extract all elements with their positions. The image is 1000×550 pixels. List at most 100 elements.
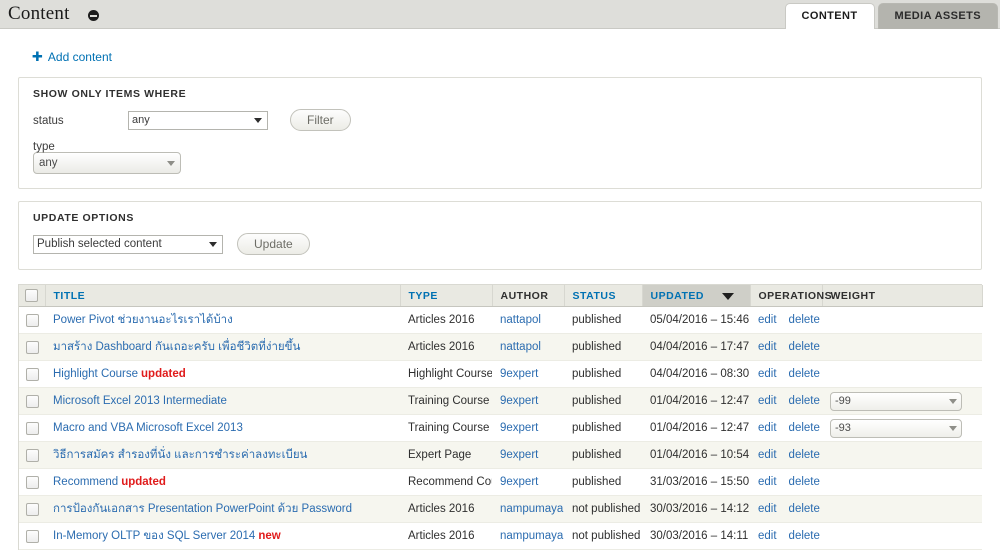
- row-checkbox[interactable]: [25, 313, 39, 327]
- content-table: TITLE TYPE AUTHOR STATUS UPDATED OPERATI…: [19, 285, 983, 550]
- type-label: type: [33, 141, 55, 153]
- author-link[interactable]: 9expert: [500, 395, 538, 407]
- cell-type-text: Articles 2016: [408, 530, 475, 542]
- minus-circle-icon[interactable]: [88, 10, 99, 21]
- edit-link[interactable]: edit: [758, 476, 777, 488]
- row-select-cell: [19, 387, 45, 415]
- edit-link[interactable]: edit: [758, 341, 777, 353]
- author-link[interactable]: nampumaya: [500, 503, 563, 515]
- delete-link[interactable]: delete: [789, 503, 820, 515]
- cell-operations: edit delete: [750, 495, 822, 523]
- row-checkbox[interactable]: [25, 502, 39, 516]
- row-checkbox[interactable]: [25, 529, 39, 543]
- cell-operations: edit delete: [750, 387, 822, 415]
- content-title-link[interactable]: Microsoft Excel 2013 Intermediate: [53, 395, 227, 407]
- cell-updated: 30/03/2016 – 14:12: [642, 495, 750, 523]
- cell-type: Highlight Course: [400, 360, 492, 388]
- cell-type-text: Recommend Course: [408, 476, 492, 488]
- cell-status-text: published: [572, 368, 622, 380]
- tab-media-assets[interactable]: MEDIA ASSETS: [877, 3, 998, 29]
- type-select[interactable]: any: [33, 152, 181, 174]
- row-select-cell: [19, 306, 45, 334]
- row-checkbox[interactable]: [25, 448, 39, 462]
- cell-type: Training Course: [400, 387, 492, 415]
- content-title-link[interactable]: Highlight Course: [53, 368, 138, 380]
- cell-weight: [822, 441, 982, 469]
- author-link[interactable]: 9expert: [500, 449, 538, 461]
- cell-operations: edit delete: [750, 333, 822, 361]
- author-link[interactable]: nampumaya: [500, 530, 563, 542]
- delete-link[interactable]: delete: [789, 341, 820, 353]
- row-checkbox[interactable]: [25, 367, 39, 381]
- status-select[interactable]: any: [128, 110, 268, 130]
- delete-link[interactable]: delete: [789, 449, 820, 461]
- delete-link[interactable]: delete: [789, 368, 820, 380]
- weight-select[interactable]: -93: [830, 418, 962, 438]
- update-button[interactable]: Update: [237, 233, 310, 255]
- delete-link[interactable]: delete: [789, 530, 820, 542]
- primary-tabs: CONTENT MEDIA ASSETS: [784, 3, 998, 29]
- author-link[interactable]: nattapol: [500, 341, 541, 353]
- delete-link[interactable]: delete: [789, 476, 820, 488]
- column-header-status[interactable]: STATUS: [564, 285, 643, 307]
- content-title-link[interactable]: In-Memory OLTP ของ SQL Server 2014: [53, 530, 255, 542]
- select-all-checkbox[interactable]: [25, 289, 39, 302]
- row-checkbox[interactable]: [25, 340, 39, 354]
- cell-status: published: [564, 468, 642, 496]
- column-header-title[interactable]: TITLE: [45, 285, 401, 307]
- row-checkbox[interactable]: [25, 475, 39, 489]
- row-select-cell: [19, 522, 45, 550]
- weight-select-value: -93: [835, 422, 851, 434]
- cell-updated: 04/04/2016 – 08:30: [642, 360, 750, 388]
- content-title-link[interactable]: Recommend: [53, 476, 118, 488]
- tab-content[interactable]: CONTENT: [784, 3, 875, 29]
- filter-button[interactable]: Filter: [290, 109, 351, 131]
- cell-updated: 01/04/2016 – 12:47: [642, 387, 750, 415]
- update-action-select[interactable]: Publish selected content: [33, 234, 223, 254]
- author-link[interactable]: 9expert: [500, 368, 538, 380]
- edit-link[interactable]: edit: [758, 530, 777, 542]
- content-title-link[interactable]: มาสร้าง Dashboard กันเถอะครับ เพื่อชีวิต…: [53, 341, 300, 353]
- author-link[interactable]: nattapol: [500, 314, 541, 326]
- author-link[interactable]: 9expert: [500, 476, 538, 488]
- cell-weight: [822, 468, 982, 496]
- edit-link[interactable]: edit: [758, 503, 777, 515]
- table-row: การป้องกันเอกสาร Presentation PowerPoint…: [19, 495, 982, 523]
- cell-author: nattapol: [492, 306, 564, 334]
- edit-link[interactable]: edit: [758, 449, 777, 461]
- delete-link[interactable]: delete: [789, 422, 820, 434]
- content-title-link[interactable]: Macro and VBA Microsoft Excel 2013: [53, 422, 243, 434]
- row-checkbox[interactable]: [25, 394, 39, 408]
- cell-type: Training Course: [400, 414, 492, 442]
- edit-link[interactable]: edit: [758, 395, 777, 407]
- edit-link[interactable]: edit: [758, 422, 777, 434]
- content-title-link[interactable]: การป้องกันเอกสาร Presentation PowerPoint…: [53, 503, 352, 515]
- plus-icon: ✚: [32, 49, 43, 64]
- table-row: Recommendupdated Recommend Course 9expert p…: [19, 468, 982, 496]
- add-content-link[interactable]: Add content: [48, 50, 112, 64]
- cell-status: published: [564, 360, 642, 388]
- content-title-link[interactable]: Power Pivot ช่วยงานอะไรเราได้บ้าง: [53, 314, 233, 326]
- author-link[interactable]: 9expert: [500, 422, 538, 434]
- status-label: status: [33, 115, 64, 127]
- row-select-cell: [19, 495, 45, 523]
- status-select-value: any: [132, 114, 150, 126]
- cell-updated-text: 30/03/2016 – 14:11: [650, 530, 749, 542]
- cell-type-text: Articles 2016: [408, 503, 475, 515]
- edit-link[interactable]: edit: [758, 368, 777, 380]
- column-header-type[interactable]: TYPE: [400, 285, 493, 307]
- cell-status: published: [564, 441, 642, 469]
- row-checkbox[interactable]: [25, 421, 39, 435]
- weight-select[interactable]: -99: [830, 391, 962, 411]
- filter-labels: status type: [33, 109, 128, 155]
- content-title-link[interactable]: วิธีการสมัคร สำรองที่นั่ง และการชำระค่าล…: [53, 449, 307, 461]
- cell-weight: [822, 360, 982, 388]
- edit-link[interactable]: edit: [758, 314, 777, 326]
- cell-status-text: published: [572, 395, 622, 407]
- table-row: วิธีการสมัคร สำรองที่นั่ง และการชำระค่าล…: [19, 441, 982, 469]
- delete-link[interactable]: delete: [789, 395, 820, 407]
- column-header-updated[interactable]: UPDATED: [642, 285, 751, 307]
- row-select-cell: [19, 414, 45, 442]
- delete-link[interactable]: delete: [789, 314, 820, 326]
- cell-status: not published: [564, 522, 642, 550]
